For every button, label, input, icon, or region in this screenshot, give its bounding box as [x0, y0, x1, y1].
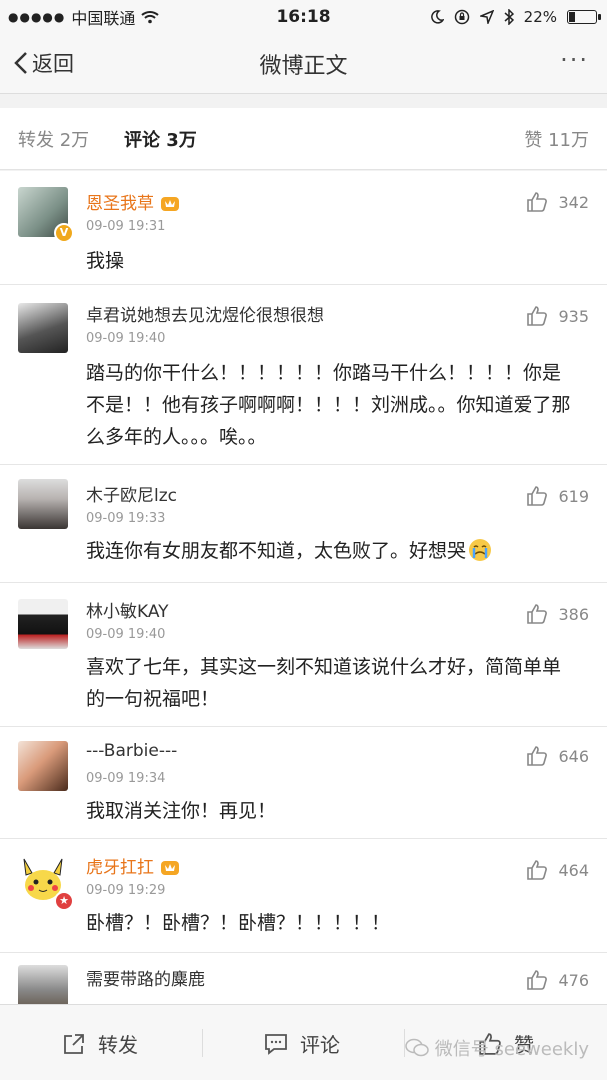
thumbs-up-icon	[527, 970, 548, 990]
repost-label: 转发	[98, 1033, 138, 1057]
like-count: 476	[558, 970, 589, 990]
tab-like[interactable]: 赞 11万	[524, 126, 589, 152]
comment-like-button[interactable]: 935	[526, 305, 589, 327]
comment-label: 评论	[300, 1033, 340, 1057]
comment-username[interactable]: 需要带路的麋鹿	[86, 965, 205, 990]
comment-like-button[interactable]: 386	[526, 603, 589, 625]
comment-item[interactable]: ★ 虎牙扛扛 09-09 19:29 卧槽？！卧槽？！卧槽？！！！！！ 464	[0, 839, 607, 953]
post-tabs: 转发 2万 评论 3万 赞 11万	[0, 108, 607, 170]
thumbs-up-icon	[527, 192, 548, 212]
comment-text: 喜欢了七年，其实这一刻不知道该说什么才好，简简单单的一句祝福吧！	[86, 656, 562, 710]
tab-repost-count: 2万	[59, 129, 90, 151]
avatar[interactable]	[18, 303, 68, 353]
comment-like-button[interactable]: 619	[526, 485, 589, 507]
thumbs-up-icon	[527, 306, 548, 326]
comment-username[interactable]: 木子欧尼lzc	[86, 481, 177, 506]
repost-button[interactable]: 转发	[62, 1029, 138, 1058]
comment-text-content: 我连你有女朋友都不知道，太色败了。好想哭	[86, 540, 467, 562]
comment-list[interactable]: V 恩圣我草 09-09 19:31 我操 342 卓君说她想去见沈煜伦很想很想…	[0, 171, 607, 1004]
thumbs-up-icon	[527, 486, 548, 506]
comment-like-button[interactable]: 342	[526, 191, 589, 213]
comment-text: 我连你有女朋友都不知道，太色败了。好想哭	[86, 535, 576, 567]
username-text: 恩圣我草	[86, 194, 154, 214]
member-badge-icon: ★	[54, 891, 74, 911]
comment-like-button[interactable]: 476	[526, 969, 589, 991]
like-count: 619	[558, 486, 589, 506]
thumbs-up-icon	[527, 860, 548, 880]
avatar[interactable]	[18, 741, 68, 791]
comment-like-button[interactable]: 464	[526, 859, 589, 881]
tab-repost[interactable]: 转发 2万	[18, 126, 89, 152]
comment-username[interactable]: 恩圣我草	[86, 189, 180, 214]
avatar[interactable]	[18, 479, 68, 529]
moon-icon	[430, 10, 444, 24]
bottom-action-bar: 转发 评论 赞 微信号 seeweekly	[0, 1004, 607, 1080]
comment-bubble-icon	[265, 1033, 287, 1055]
comment-text: 卧槽？！卧槽？！卧槽？！！！！！	[86, 912, 391, 934]
tab-repost-label: 转发	[18, 129, 54, 151]
verified-badge-icon: V	[54, 223, 74, 243]
more-options-button[interactable]: ···	[560, 46, 589, 74]
page-title: 微博正文	[259, 54, 348, 79]
avatar[interactable]	[18, 965, 68, 1004]
comment-item[interactable]: ---Barbie--- 09-09 19:34 我取消关注你！再见！ 646	[0, 727, 607, 839]
comment-username[interactable]: 虎牙扛扛	[86, 853, 180, 878]
thumbs-up-icon	[527, 604, 548, 624]
comment-item[interactable]: V 恩圣我草 09-09 19:31 我操 342	[0, 171, 607, 285]
battery-percent: 22%	[523, 8, 557, 26]
tab-comment-count: 3万	[166, 129, 197, 151]
avatar[interactable]	[18, 599, 68, 649]
rotation-lock-icon	[454, 9, 469, 25]
share-icon	[64, 1033, 84, 1054]
tab-like-count: 11万	[548, 129, 589, 151]
comment-timestamp: 09-09 19:34	[86, 771, 166, 786]
comment-username[interactable]: ---Barbie---	[86, 741, 177, 761]
like-count: 646	[558, 746, 589, 766]
comment-button[interactable]: 评论	[264, 1029, 340, 1058]
tab-comment[interactable]: 评论 3万	[124, 126, 197, 152]
wechat-icon	[405, 1038, 429, 1057]
tab-comment-label: 评论	[124, 129, 160, 151]
vip-crown-icon	[161, 861, 179, 875]
vip-crown-icon	[161, 197, 179, 211]
comment-text: 我操	[86, 250, 125, 272]
watermark-text: 微信号 seeweekly	[434, 1039, 589, 1060]
comment-text: 我取消关注你！再见！	[86, 800, 277, 822]
comment-timestamp: 09-09 19:40	[86, 627, 166, 642]
comment-item[interactable]: 卓君说她想去见沈煜伦很想很想 09-09 19:40 踏马的你干什么！！！！！！…	[0, 285, 607, 465]
navigation-bar: 返回 微博正文 ···	[0, 34, 607, 94]
comment-item[interactable]: 林小敏KAY 09-09 19:40 喜欢了七年，其实这一刻不知道该说什么才好，…	[0, 583, 607, 727]
comment-timestamp: 09-09 19:40	[86, 331, 166, 346]
comment-like-button[interactable]: 646	[526, 745, 589, 767]
battery-fill	[569, 12, 576, 22]
comment-timestamp: 09-09 19:29	[86, 883, 166, 898]
like-count: 386	[558, 604, 589, 624]
like-count: 464	[558, 860, 589, 880]
comment-timestamp: 09-09 19:33	[86, 511, 166, 526]
comment-item[interactable]: 木子欧尼lzc 09-09 19:33 我连你有女朋友都不知道，太色败了。好想哭…	[0, 465, 607, 583]
comment-text: 踏马的你干什么！！！！！！你踏马干什么！！！！你是不是！！他有孩子啊啊啊！！！！…	[86, 362, 571, 448]
comment-item[interactable]: 需要带路的麋鹿 476	[0, 953, 607, 1004]
tab-like-label: 赞	[524, 129, 543, 151]
crying-emoji-icon	[469, 539, 492, 561]
comment-username[interactable]: 卓君说她想去见沈煜伦很想很想	[86, 301, 324, 326]
bluetooth-icon	[504, 9, 514, 25]
divider	[202, 1029, 203, 1057]
comment-timestamp: 09-09 19:31	[86, 219, 166, 234]
like-count: 342	[558, 192, 589, 212]
status-bar: ●●●●● 中国联通 16:18 22%	[0, 0, 607, 34]
location-icon	[479, 10, 494, 24]
username-text: 虎牙扛扛	[86, 858, 154, 878]
watermark: 微信号 seeweekly	[405, 1035, 589, 1061]
thumbs-up-icon	[527, 746, 548, 766]
battery-icon	[567, 10, 601, 24]
like-count: 935	[558, 306, 589, 326]
comment-username[interactable]: 林小敏KAY	[86, 597, 169, 622]
